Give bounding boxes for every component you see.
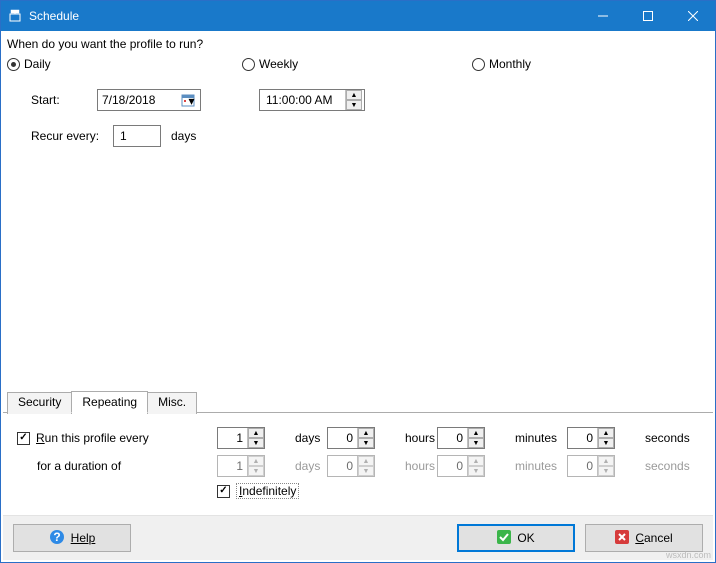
duration-hours-unit: hours xyxy=(397,459,437,473)
duration-seconds-unit: seconds xyxy=(637,459,697,473)
every-days-unit: days xyxy=(287,431,327,445)
every-minutes-unit: minutes xyxy=(507,431,567,445)
every-days-input[interactable]: 1▲▼ xyxy=(217,427,265,449)
recur-value-input[interactable] xyxy=(113,125,161,147)
indefinitely-label: Indefinitely xyxy=(236,483,299,499)
date-dropdown-button[interactable]: ▾ xyxy=(184,92,198,109)
ok-button[interactable]: OK xyxy=(457,524,575,552)
tab-misc[interactable]: Misc. xyxy=(147,392,197,414)
duration-seconds-input: 0▲▼ xyxy=(567,455,615,477)
frequency-group: Daily Weekly Monthly xyxy=(3,55,713,79)
titlebar: Schedule xyxy=(1,1,715,31)
ok-label: OK xyxy=(517,531,534,545)
checkbox-run-every xyxy=(17,432,30,445)
start-time-value: 11:00:00 AM xyxy=(266,93,345,107)
tab-strip: Security Repeating Misc. xyxy=(3,390,713,413)
close-button[interactable] xyxy=(670,1,715,31)
radio-daily-label: Daily xyxy=(24,57,51,71)
watermark: wsxdn.com xyxy=(666,550,711,560)
duration-days-unit: days xyxy=(287,459,327,473)
tab-panel-repeating: Run this profile every 1▲▼ days 0▲▼ hour… xyxy=(3,413,713,515)
ok-icon xyxy=(497,530,511,547)
radio-daily-indicator xyxy=(7,58,20,71)
run-every-checkbox[interactable]: Run this profile every xyxy=(17,431,217,445)
every-seconds-input[interactable]: 0▲▼ xyxy=(567,427,615,449)
every-hours-unit: hours xyxy=(397,431,437,445)
radio-monthly-indicator xyxy=(472,58,485,71)
recur-label: Recur every: xyxy=(31,129,103,143)
every-minutes-input[interactable]: 0▲▼ xyxy=(437,427,485,449)
duration-minutes-input: 0▲▼ xyxy=(437,455,485,477)
start-date-value: 7/18/2018 xyxy=(102,93,176,107)
svg-text:?: ? xyxy=(53,530,60,544)
time-spinner[interactable]: ▲▼ xyxy=(345,90,362,110)
checkbox-indefinitely xyxy=(217,485,230,498)
start-label: Start: xyxy=(31,93,87,107)
minimize-button[interactable] xyxy=(580,1,625,31)
tab-repeating[interactable]: Repeating xyxy=(71,391,148,413)
radio-daily[interactable]: Daily xyxy=(7,57,242,71)
cancel-icon xyxy=(615,530,629,547)
radio-weekly-label: Weekly xyxy=(259,57,298,71)
radio-monthly[interactable]: Monthly xyxy=(472,57,531,71)
every-hours-input[interactable]: 0▲▼ xyxy=(327,427,375,449)
cancel-button[interactable]: Cancel xyxy=(585,524,703,552)
maximize-button[interactable] xyxy=(625,1,670,31)
recur-unit: days xyxy=(171,129,196,143)
help-label: Help xyxy=(71,531,96,545)
duration-minutes-unit: minutes xyxy=(507,459,567,473)
window-title: Schedule xyxy=(29,9,580,23)
start-time-picker[interactable]: 11:00:00 AM ▲▼ xyxy=(259,89,365,111)
duration-hours-input: 0▲▼ xyxy=(327,455,375,477)
run-every-label: Run this profile every xyxy=(36,431,149,445)
radio-monthly-label: Monthly xyxy=(489,57,531,71)
duration-label: for a duration of xyxy=(17,459,217,473)
duration-days-input: 1▲▼ xyxy=(217,455,265,477)
app-icon xyxy=(7,8,23,24)
radio-weekly[interactable]: Weekly xyxy=(242,57,472,71)
cancel-label: Cancel xyxy=(635,531,672,545)
schedule-question: When do you want the profile to run? xyxy=(3,35,713,55)
help-button[interactable]: ? Help xyxy=(13,524,131,552)
tab-security[interactable]: Security xyxy=(7,392,72,414)
indefinitely-checkbox[interactable]: Indefinitely xyxy=(217,483,397,499)
radio-weekly-indicator xyxy=(242,58,255,71)
every-seconds-unit: seconds xyxy=(637,431,697,445)
help-icon: ? xyxy=(49,529,65,548)
start-date-picker[interactable]: 7/18/2018 ▾ xyxy=(97,89,201,111)
